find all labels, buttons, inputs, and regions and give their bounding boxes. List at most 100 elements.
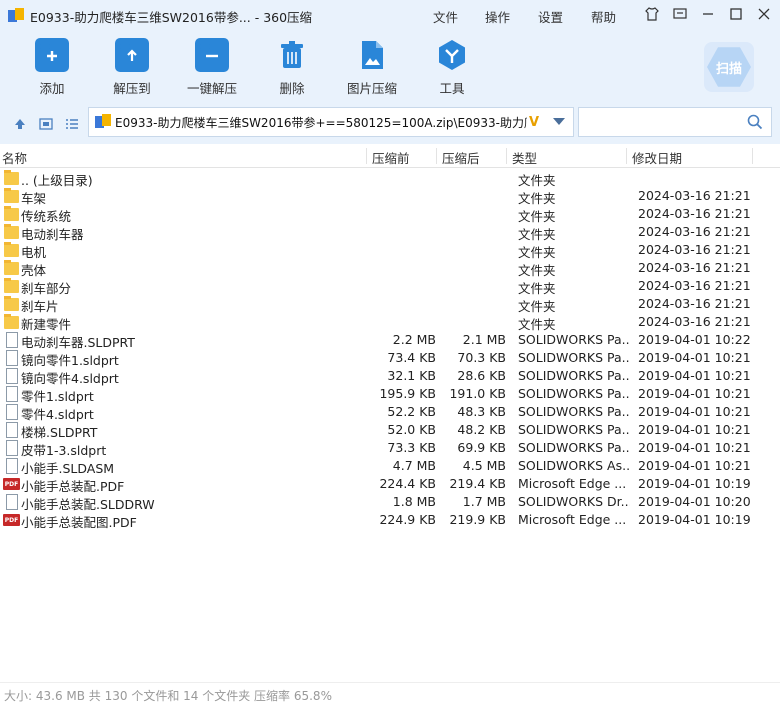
file-type: Microsoft Edge ... — [518, 476, 627, 491]
file-row[interactable]: 镜向零件1.sldprt 73.4 KB 70.3 KB SOLIDWORKS Pa.… — [0, 349, 780, 368]
status-text: 大小: 43.6 MB 共 130 个文件和 14 个文件夹 压缩率 65.8% — [4, 689, 332, 703]
file-row[interactable]: 小能手总装配.SLDDRW 1.8 MB 1.7 MB SOLIDWORKS Dr..… — [0, 493, 780, 512]
file-row[interactable]: 刹车部分 文件夹 2024-03-16 21:21 — [0, 277, 780, 296]
file-row[interactable]: 皮带1-3.sldprt 73.3 KB 69.9 KB SOLIDWORKS Pa.… — [0, 439, 780, 458]
folder-icon — [4, 260, 19, 275]
scan-button[interactable]: 扫描 — [704, 42, 754, 92]
compressed-size: 48.2 KB — [457, 422, 506, 437]
file-type: SOLIDWORKS Dr... — [518, 494, 630, 509]
file-row[interactable]: 电动刹车器.SLDPRT 2.2 MB 2.1 MB SOLIDWORKS Pa...… — [0, 331, 780, 350]
menu-settings[interactable]: 设置 — [538, 7, 563, 26]
compressed-size: 219.9 KB — [449, 512, 506, 527]
file-row[interactable]: 电机 文件夹 2024-03-16 21:21 — [0, 241, 780, 260]
pdf-file-icon: PDF — [3, 514, 20, 526]
thumbnail-view-icon[interactable] — [38, 116, 54, 132]
file-type: SOLIDWORKS As... — [518, 458, 630, 473]
feedback-icon[interactable] — [672, 6, 688, 22]
file-type: SOLIDWORKS Pa... — [518, 350, 630, 365]
modified-date: 2019-04-01 10:21 — [638, 404, 751, 419]
document-icon — [6, 368, 18, 384]
folder-icon — [4, 188, 19, 203]
file-row[interactable]: 零件1.sldprt 195.9 KB 191.0 KB SOLIDWORKS Pa.… — [0, 385, 780, 404]
compressed-size: 69.9 KB — [457, 440, 506, 455]
file-list: .. (上级目录) 文件夹 车架 文件夹 2024-03-16 21:21 传统系统 文件夹… — [0, 169, 780, 530]
modified-date: 2019-04-01 10:21 — [638, 368, 751, 383]
path-text: E0933-助力爬楼车三维SW2016带参+==580125=100A.zip\… — [115, 115, 527, 130]
column-header: 名称 压缩前 压缩后 类型 修改日期 — [0, 144, 780, 168]
search-icon[interactable] — [747, 114, 763, 130]
address-bar: E0933-助力爬楼车三维SW2016带参+==580125=100A.zip\… — [0, 104, 780, 144]
zip-archive-icon — [95, 114, 111, 130]
col-modified[interactable]: 修改日期 — [632, 148, 682, 167]
modified-date: 2019-04-01 10:20 — [638, 494, 751, 509]
maximize-icon[interactable] — [728, 6, 744, 22]
trash-icon — [275, 38, 309, 72]
compressed-size: 219.4 KB — [449, 476, 506, 491]
file-row[interactable]: .. (上级目录) 文件夹 — [0, 169, 780, 188]
file-row[interactable]: PDF 小能手总装配图.PDF 224.9 KB 219.9 KB Microsoft … — [0, 511, 780, 530]
menu-operation[interactable]: 操作 — [485, 7, 510, 26]
modified-date: 2024-03-16 21:21 — [638, 188, 751, 203]
close-icon[interactable] — [756, 6, 772, 22]
add-label: 添加 — [39, 81, 65, 96]
col-compressed-size[interactable]: 压缩后 — [442, 148, 480, 167]
document-icon — [6, 494, 18, 510]
file-row[interactable]: 新建零件 文件夹 2024-03-16 21:21 — [0, 313, 780, 332]
status-bar: 大小: 43.6 MB 共 130 个文件和 14 个文件夹 压缩率 65.8% — [0, 682, 780, 706]
chevron-icon: V — [529, 114, 540, 130]
original-size: 73.3 KB — [387, 440, 436, 455]
extract-icon — [115, 38, 149, 72]
pdf-file-icon: PDF — [3, 478, 20, 490]
one-click-extract-icon — [195, 38, 229, 72]
skin-shirt-icon[interactable] — [644, 6, 660, 22]
extract-to-button[interactable]: 解压到 — [97, 38, 167, 97]
original-size: 4.7 MB — [392, 458, 436, 473]
compressed-size: 4.5 MB — [462, 458, 506, 473]
modified-date: 2019-04-01 10:19 — [638, 476, 751, 491]
col-name[interactable]: 名称 — [2, 148, 27, 167]
file-name: 小能手总装配图.PDF — [21, 515, 137, 530]
dropdown-arrow-icon[interactable] — [553, 118, 565, 125]
delete-label: 删除 — [279, 81, 305, 96]
add-button[interactable]: 添加 — [17, 38, 87, 97]
file-row[interactable]: 小能手.SLDASM 4.7 MB 4.5 MB SOLIDWORKS As... 20… — [0, 457, 780, 476]
one-click-extract-button[interactable]: 一键解压 — [177, 38, 247, 97]
modified-date: 2019-04-01 10:21 — [638, 386, 751, 401]
tools-button[interactable]: 工具 — [417, 38, 487, 97]
up-level-icon[interactable] — [12, 116, 28, 132]
file-row[interactable]: 车架 文件夹 2024-03-16 21:21 — [0, 187, 780, 206]
folder-icon — [4, 242, 19, 257]
file-row[interactable]: 零件4.sldprt 52.2 KB 48.3 KB SOLIDWORKS Pa...… — [0, 403, 780, 422]
add-icon — [35, 38, 69, 72]
menu-file[interactable]: 文件 — [433, 7, 458, 26]
col-type[interactable]: 类型 — [512, 148, 537, 167]
menu-help[interactable]: 帮助 — [591, 7, 616, 26]
file-type: SOLIDWORKS Pa... — [518, 386, 630, 401]
original-size: 195.9 KB — [379, 386, 436, 401]
file-row[interactable]: 刹车片 文件夹 2024-03-16 21:21 — [0, 295, 780, 314]
file-row[interactable]: 电动刹车器 文件夹 2024-03-16 21:21 — [0, 223, 780, 242]
compressed-size: 28.6 KB — [457, 368, 506, 383]
delete-button[interactable]: 删除 — [257, 38, 327, 97]
tools-icon — [435, 38, 469, 72]
modified-date: 2024-03-16 21:21 — [638, 206, 751, 221]
modified-date: 2019-04-01 10:21 — [638, 458, 751, 473]
minimize-icon[interactable] — [700, 6, 716, 22]
image-compress-button[interactable]: 图片压缩 — [337, 38, 407, 97]
file-row[interactable]: PDF 小能手总装配.PDF 224.4 KB 219.4 KB Microsoft E… — [0, 475, 780, 494]
list-view-icon[interactable] — [64, 116, 80, 132]
col-original-size[interactable]: 压缩前 — [372, 148, 410, 167]
image-compress-icon — [355, 38, 389, 72]
document-icon — [6, 440, 18, 456]
extract-to-label: 解压到 — [113, 81, 151, 96]
document-icon — [6, 386, 18, 402]
file-type: SOLIDWORKS Pa... — [518, 332, 630, 347]
path-field[interactable]: E0933-助力爬楼车三维SW2016带参+==580125=100A.zip\… — [88, 107, 574, 137]
file-row[interactable]: 镜向零件4.sldprt 32.1 KB 28.6 KB SOLIDWORKS Pa.… — [0, 367, 780, 386]
file-type: SOLIDWORKS Pa... — [518, 404, 630, 419]
document-icon — [6, 422, 18, 438]
file-row[interactable]: 传统系统 文件夹 2024-03-16 21:21 — [0, 205, 780, 224]
file-row[interactable]: 壳体 文件夹 2024-03-16 21:21 — [0, 259, 780, 278]
search-input[interactable] — [578, 107, 772, 137]
file-row[interactable]: 楼梯.SLDPRT 52.0 KB 48.2 KB SOLIDWORKS Pa... 2… — [0, 421, 780, 440]
